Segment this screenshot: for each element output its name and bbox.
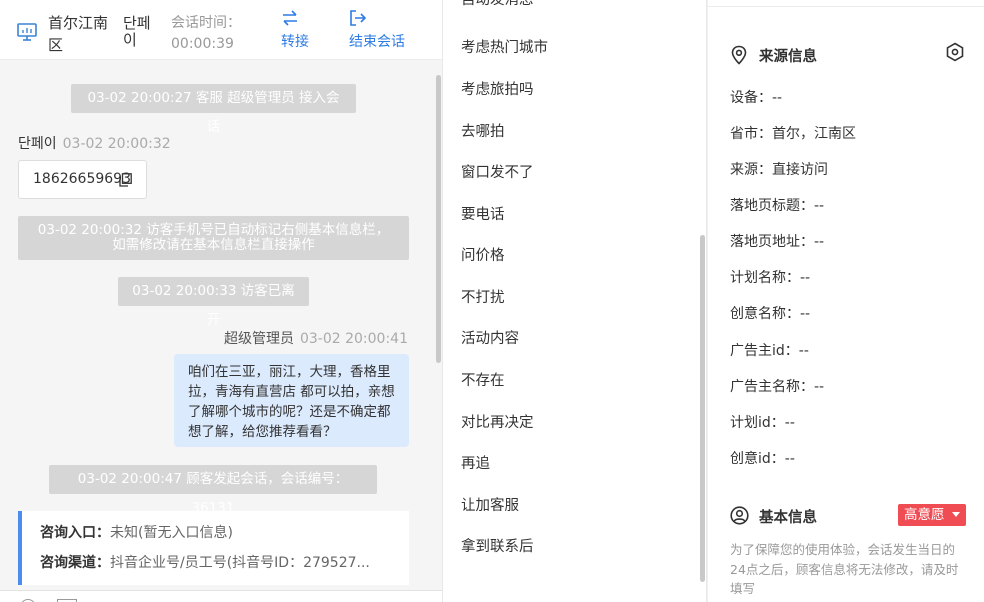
quick-reply-item[interactable]: 再追 (461, 452, 490, 473)
consult-entry-label: 咨询入口： (40, 525, 110, 541)
visitor-message-time: 03-02 20:00:32 (62, 136, 171, 152)
source-field-device: 设备：-- (730, 90, 783, 106)
location-pin-icon (731, 45, 747, 65)
visitor-phone-message: 18626659693 (18, 160, 147, 199)
quick-reply-item[interactable]: 对比再决定 (461, 411, 534, 432)
basic-info-header: 基本信息 (730, 506, 817, 527)
source-field-creative-id: 创意id：-- (730, 451, 795, 467)
visitor-nickname: 단페이 (123, 14, 151, 49)
quick-reply-item[interactable]: 问价格 (461, 244, 505, 265)
visitor-location-name: 首尔江南区 (48, 14, 109, 54)
quick-reply-panel: 自动发消息 考虑热门城市 考虑旅拍吗 去哪拍 窗口发不了 要电话 问价格 不打扰… (443, 0, 707, 602)
consult-entry-value: 未知(暂无入口信息) (110, 525, 233, 541)
quick-reply-item[interactable]: 要电话 (461, 203, 505, 224)
system-message-line: 如需修改请在基本信息栏直接操作 (112, 237, 315, 253)
source-field-source: 来源：直接访问 (730, 162, 828, 178)
quick-reply-item[interactable]: 考虑旅拍吗 (461, 78, 534, 99)
consult-channel-row: 咨询渠道：抖音企业号/员工号(抖音号ID：279527... (40, 548, 409, 578)
system-message-left: 03-02 20:00:33 访客已离开 (118, 277, 309, 328)
monitor-icon (17, 23, 37, 41)
logout-icon (350, 10, 367, 26)
visitor-sender-name: 단페이 (18, 136, 57, 152)
caret-down-icon (952, 512, 960, 517)
conversation-header: 首尔江南区 단페이 会话时间： 00:00:39 转接 结束会话 (0, 0, 442, 60)
source-field-landing-title: 落地页标题：-- (730, 198, 825, 214)
system-message-phone-tagged: 03-02 20:00:32 访客手机号已自动标记右侧基本信息栏， 如需修改请在… (18, 216, 409, 260)
visitor-sender-line: 단페이 03-02 20:00:32 (18, 133, 171, 153)
quick-reply-item[interactable]: 不存在 (461, 369, 505, 390)
quick-reply-item[interactable]: 窗口发不了 (461, 161, 534, 182)
agent-message-bubble: 咱们在三亚，丽江，大理，香格里拉，青海有直营店 都可以拍，亲想了解哪个城市的呢？… (174, 354, 409, 447)
end-session-label: 结束会话 (349, 34, 405, 50)
panel-top-divider (708, 0, 984, 7)
source-field-creative-name: 创意名称：-- (730, 306, 811, 322)
session-time-value: 00:00:39 (171, 36, 234, 52)
quick-reply-item[interactable]: 让加客服 (461, 494, 519, 515)
quick-reply-item[interactable]: 考虑热门城市 (461, 36, 548, 57)
chat-scrollbar[interactable] (436, 75, 441, 363)
consult-info-card: 咨询入口：未知(暂无入口信息) 咨询渠道：抖音企业号/员工号(抖音号ID：279… (18, 511, 409, 585)
visitor-info-panel: 来源信息 设备：-- 省市：首尔，江南区 来源：直接访问 落地页标题：-- 落地… (707, 0, 984, 602)
quick-reply-item[interactable]: 拿到联系后 (461, 535, 534, 556)
agent-sender-line: 超级管理员 03-02 20:00:41 (224, 328, 408, 348)
source-field-landing-url: 落地页地址：-- (730, 234, 825, 250)
consult-channel-value: 抖音企业号/员工号(抖音号ID：279527... (110, 555, 370, 571)
agent-message-time: 03-02 20:00:41 (299, 331, 408, 347)
source-field-plan-id: 计划id：-- (730, 415, 795, 431)
consult-channel-label: 咨询渠道： (40, 555, 110, 571)
system-message-session-start: 03-02 20:00:47 顾客发起会话，会话编号：36131 (49, 465, 377, 516)
source-field-province: 省市：首尔，江南区 (730, 126, 856, 142)
intent-level-dropdown[interactable]: 高意愿 (898, 504, 966, 526)
source-field-plan-name: 计划名称：-- (730, 270, 811, 286)
visitor-phone-number: 18626659693 (33, 171, 131, 187)
consult-entry-row: 咨询入口：未知(暂无入口信息) (40, 518, 409, 548)
transfer-label: 转接 (281, 34, 309, 50)
session-time-label: 会话时间： (171, 15, 241, 31)
quick-reply-item[interactable]: 去哪拍 (461, 120, 505, 141)
quick-reply-item[interactable]: 自动发消息 (461, 0, 534, 9)
quick-reply-item[interactable]: 不打扰 (461, 286, 505, 307)
quick-reply-scrollbar[interactable] (700, 235, 705, 582)
source-field-advertiser-name: 广告主名称：-- (730, 379, 825, 395)
source-field-advertiser-id: 广告主id：-- (730, 343, 809, 359)
quick-reply-item[interactable]: 活动内容 (461, 327, 519, 348)
transfer-button[interactable]: 转接 (281, 10, 309, 51)
end-session-button[interactable]: 结束会话 (349, 10, 405, 51)
source-info-title: 来源信息 (759, 49, 817, 65)
user-circle-icon (730, 506, 749, 525)
source-info-header: 来源信息 (730, 45, 817, 66)
transfer-icon (283, 10, 297, 26)
settings-hex-icon[interactable] (945, 42, 965, 62)
system-message: 03-02 20:00:27 客服 超级管理员 接入会话 (71, 84, 356, 135)
input-toolbar (0, 590, 442, 602)
agent-sender-name: 超级管理员 (223, 331, 294, 347)
conversation-panel: 首尔江南区 단페이 会话时间： 00:00:39 转接 结束会话 03-02 2 (0, 0, 443, 602)
system-message-line: 03-02 20:00:32 访客手机号已自动标记右侧基本信息栏， (37, 222, 390, 238)
edit-notice: 为了保障您的使用体验，会话发生当日的24点之后，顾客信息将无法修改，请及时填写 (730, 542, 959, 596)
copy-icon[interactable] (119, 173, 132, 187)
intent-level-label: 高意愿 (904, 507, 945, 523)
message-list: 03-02 20:00:27 客服 超级管理员 接入会话 단페이 03-02 20… (0, 60, 442, 590)
basic-info-title: 基本信息 (759, 510, 817, 526)
chat-workspace: 首尔江南区 단페이 会话时间： 00:00:39 转接 结束会话 03-02 2 (0, 0, 984, 602)
